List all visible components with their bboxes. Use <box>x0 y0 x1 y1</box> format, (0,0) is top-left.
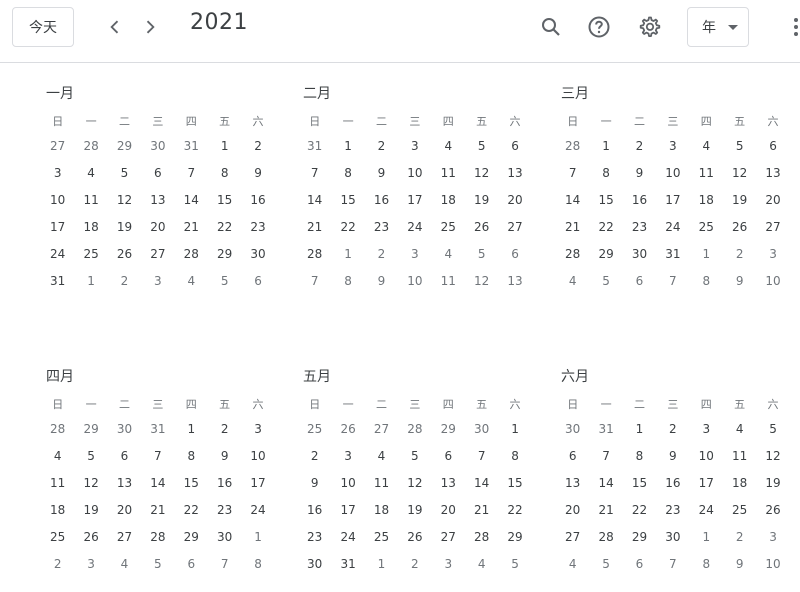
settings-button[interactable] <box>633 10 667 44</box>
day-cell[interactable]: 13 <box>493 160 536 187</box>
page-title: 2021 <box>190 10 248 35</box>
day-cell[interactable]: 10 <box>751 551 794 578</box>
weekday-header: 六 <box>252 115 264 128</box>
weekday-header: 六 <box>252 398 264 411</box>
more-dot-icon <box>794 32 798 36</box>
day-cell[interactable]: 22 <box>493 497 536 524</box>
day-cell[interactable]: 2 <box>236 133 279 160</box>
day-cell[interactable]: 1 <box>236 524 279 551</box>
month-grid: 日一二三四五六 28 1 2 3 4 5 6 7 8 9 10 11 12 13 14 15 16 17 18 19 20… <box>561 111 800 295</box>
day-cell[interactable]: 23 <box>236 214 279 241</box>
today-button[interactable]: 今天 <box>12 7 74 47</box>
more-options-button[interactable] <box>790 12 800 42</box>
chevron-right-icon <box>146 20 155 34</box>
previous-year-button[interactable] <box>100 12 130 42</box>
day-cell[interactable]: 8 <box>493 443 536 470</box>
month-4: 四月日一二三四五六 28 29 30 31 1 2 3 4 5 6 7 8 9 10 11 12 13 14 15 16… <box>46 366 286 578</box>
month-title[interactable]: 三月 <box>561 83 800 105</box>
weekday-header: 六 <box>767 115 779 128</box>
top-bar: 今天 2021 年 <box>0 0 800 63</box>
day-cell[interactable]: 6 <box>236 268 279 295</box>
month-title[interactable]: 一月 <box>46 83 286 105</box>
day-cell[interactable]: 13 <box>751 160 794 187</box>
month-title[interactable]: 四月 <box>46 366 286 388</box>
month-title[interactable]: 二月 <box>303 83 543 105</box>
day-cell[interactable]: 20 <box>751 187 794 214</box>
day-cell[interactable]: 19 <box>751 470 794 497</box>
month-title[interactable]: 六月 <box>561 366 800 388</box>
day-cell[interactable]: 5 <box>493 551 536 578</box>
day-cell[interactable]: 1 <box>493 416 536 443</box>
month-5: 五月日一二三四五六 25 26 27 28 29 30 1 2 3 4 5 6 7 8 9 10 11 12 13 14… <box>303 366 543 578</box>
day-cell[interactable]: 12 <box>751 443 794 470</box>
day-cell[interactable]: 10 <box>236 443 279 470</box>
day-cell[interactable]: 6 <box>493 241 536 268</box>
view-select-label: 年 <box>702 20 716 36</box>
month-3: 三月日一二三四五六 28 1 2 3 4 5 6 7 8 9 10 11 12 13 14 15 16 17 18 19… <box>561 83 800 295</box>
day-cell[interactable]: 3 <box>236 416 279 443</box>
day-cell[interactable]: 17 <box>236 470 279 497</box>
month-grid: 日一二三四五六 25 26 27 28 29 30 1 2 3 4 5 6 7 8 9 10 11 12 13 14 15… <box>303 394 543 578</box>
day-cell[interactable]: 10 <box>751 268 794 295</box>
help-button[interactable] <box>582 10 616 44</box>
day-cell[interactable]: 30 <box>236 241 279 268</box>
more-dot-icon <box>794 18 798 22</box>
day-cell[interactable]: 24 <box>236 497 279 524</box>
day-cell[interactable]: 6 <box>493 133 536 160</box>
more-dot-icon <box>794 25 798 29</box>
weekday-header: 六 <box>767 398 779 411</box>
month-6: 六月日一二三四五六 30 31 1 2 3 4 5 6 7 8 9 10 11 12 13 14 15 16 17 18… <box>561 366 800 578</box>
day-cell[interactable]: 3 <box>751 524 794 551</box>
month-grid: 日一二三四五六 28 29 30 31 1 2 3 4 5 6 7 8 9 10 11 12 13 14 15 16 17… <box>46 394 286 578</box>
month-grid: 日一二三四五六 30 31 1 2 3 4 5 6 7 8 9 10 11 12 13 14 15 16 17 18 19… <box>561 394 800 578</box>
day-cell[interactable]: 29 <box>493 524 536 551</box>
month-grid: 日一二三四五六 27 28 29 30 31 1 2 3 4 5 6 7 8 9 10 11 12 13 14 15 16… <box>46 111 286 295</box>
search-button[interactable] <box>534 10 568 44</box>
search-icon <box>542 18 560 36</box>
next-year-button[interactable] <box>135 12 165 42</box>
month-2: 二月日一二三四五六 31 1 2 3 4 5 6 7 8 9 10 11 12 13 14 15 16 17 18 19… <box>303 83 543 295</box>
day-cell[interactable]: 5 <box>751 416 794 443</box>
help-icon <box>588 16 610 38</box>
caret-down-icon <box>728 25 738 30</box>
weekday-header: 六 <box>509 398 521 411</box>
chevron-left-icon <box>110 20 119 34</box>
day-cell[interactable]: 27 <box>751 214 794 241</box>
day-cell[interactable]: 13 <box>493 268 536 295</box>
view-select[interactable]: 年 <box>687 7 749 47</box>
day-cell[interactable]: 3 <box>751 241 794 268</box>
day-cell[interactable]: 16 <box>236 187 279 214</box>
day-cell[interactable]: 15 <box>493 470 536 497</box>
month-grid: 日一二三四五六 31 1 2 3 4 5 6 7 8 9 10 11 12 13 14 15 16 17 18 19 20… <box>303 111 543 295</box>
month-1: 一月日一二三四五六 27 28 29 30 31 1 2 3 4 5 6 7 8 9 10 11 12 13 14 15… <box>46 83 286 295</box>
month-title[interactable]: 五月 <box>303 366 543 388</box>
day-cell[interactable]: 8 <box>236 551 279 578</box>
day-cell[interactable]: 26 <box>751 497 794 524</box>
weekday-header: 六 <box>509 115 521 128</box>
day-cell[interactable]: 27 <box>493 214 536 241</box>
gear-icon <box>639 16 661 37</box>
day-cell[interactable]: 9 <box>236 160 279 187</box>
day-cell[interactable]: 20 <box>493 187 536 214</box>
day-cell[interactable]: 6 <box>751 133 794 160</box>
